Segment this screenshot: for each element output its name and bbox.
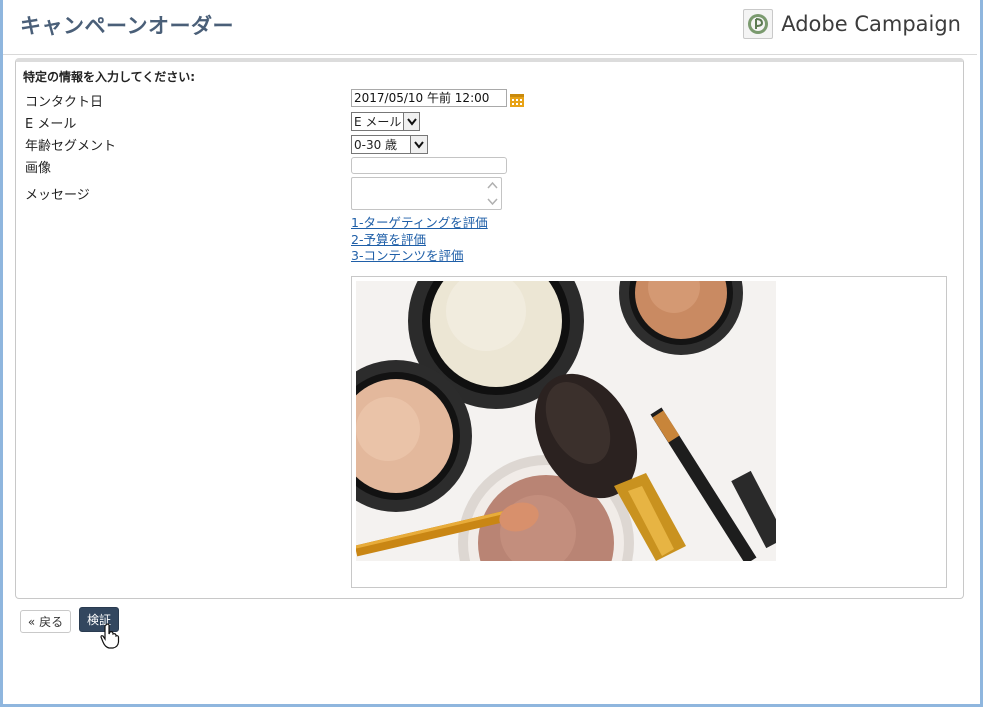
image-label: 画像 bbox=[25, 161, 52, 176]
page-title: キャンペーンオーダー bbox=[20, 14, 234, 38]
email-label: E メール bbox=[25, 117, 77, 132]
message-label: メッセージ bbox=[25, 188, 90, 203]
message-textarea[interactable] bbox=[351, 177, 502, 210]
brand: Adobe Campaign bbox=[743, 8, 961, 40]
page-header: キャンペーンオーダー Adobe Campaign bbox=[3, 0, 977, 54]
age-segment-label: 年齢セグメント bbox=[25, 139, 117, 154]
chevron-down-icon bbox=[403, 113, 419, 130]
scroll-arrows-icon[interactable] bbox=[485, 179, 500, 208]
email-select-value: E メール bbox=[354, 115, 402, 129]
hand-pointer-icon bbox=[100, 623, 120, 649]
form-instruction: 特定の情報を入力してください: bbox=[23, 70, 196, 84]
age-segment-select-value: 0-30 歳 bbox=[354, 138, 398, 152]
age-segment-select[interactable]: 0-30 歳 bbox=[351, 135, 428, 154]
header-divider bbox=[3, 54, 977, 55]
image-input[interactable] bbox=[351, 157, 507, 174]
email-select[interactable]: E メール bbox=[351, 112, 420, 131]
link-evaluate-content[interactable]: 3-コンテンツを評価 bbox=[351, 245, 463, 264]
image-preview-box bbox=[351, 276, 947, 588]
brand-name: Adobe Campaign bbox=[781, 12, 961, 36]
form-panel: 特定の情報を入力してください: コンタクト日 2017/05/10 午前 12:… bbox=[15, 58, 964, 599]
back-button[interactable]: « 戻る bbox=[20, 610, 71, 633]
contact-date-input[interactable]: 2017/05/10 午前 12:00 bbox=[351, 89, 507, 107]
adobe-campaign-logo-icon bbox=[743, 9, 774, 39]
calendar-icon[interactable] bbox=[509, 92, 525, 108]
makeup-product-photo bbox=[356, 281, 776, 561]
chevron-down-icon bbox=[410, 136, 427, 153]
contact-date-label: コンタクト日 bbox=[25, 95, 104, 110]
